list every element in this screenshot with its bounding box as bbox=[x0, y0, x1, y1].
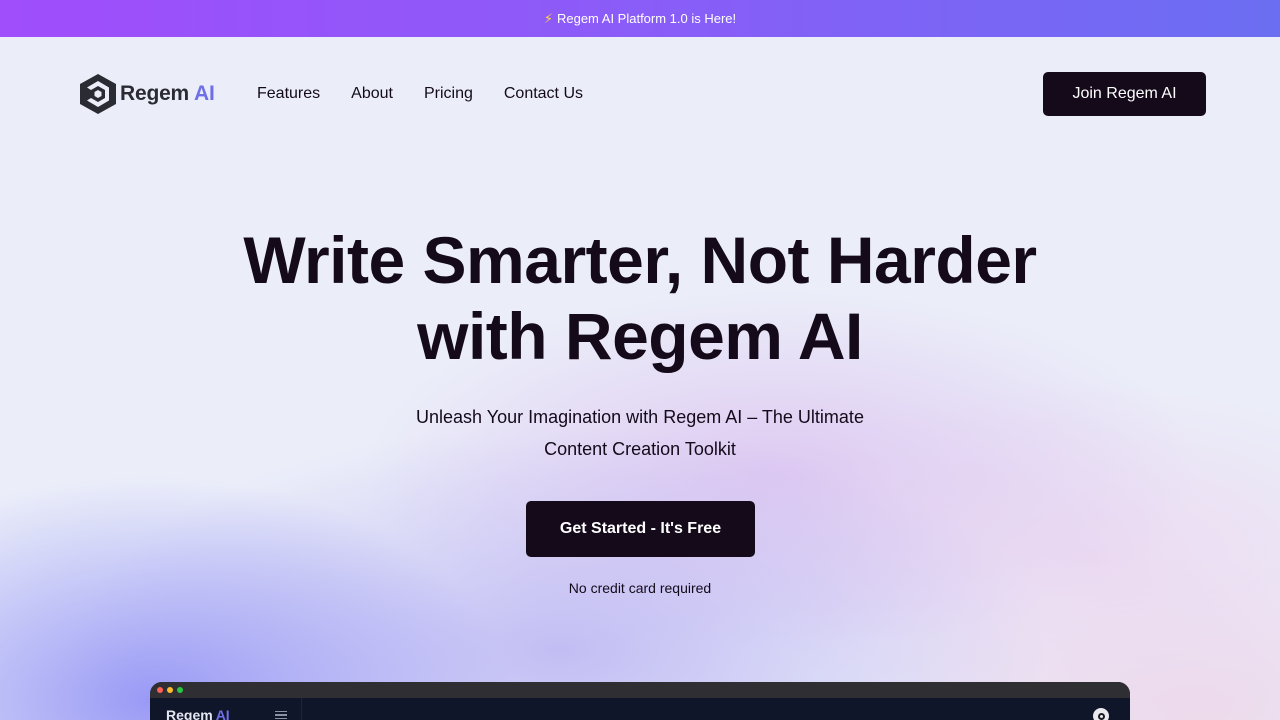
hero-section: Write Smarter, Not Harder with Regem AI … bbox=[0, 222, 1280, 465]
preview-body: Regem AI bbox=[150, 698, 1130, 720]
top-navigation: Regem AI Features About Pricing Contact U… bbox=[0, 37, 1280, 151]
preview-logo-name: Regem bbox=[166, 707, 213, 720]
hero-title: Write Smarter, Not Harder with Regem AI bbox=[0, 222, 1280, 374]
hero-subtitle: Unleash Your Imagination with Regem AI –… bbox=[416, 407, 864, 459]
minimize-dot-icon bbox=[167, 687, 173, 693]
nav-link-about[interactable]: About bbox=[351, 85, 393, 103]
preview-logo-suffix: AI bbox=[215, 707, 230, 720]
lightning-icon: ⚡ bbox=[543, 10, 553, 26]
hero-title-line-2: with Regem AI bbox=[417, 299, 863, 373]
logo-name: Regem bbox=[120, 82, 190, 105]
join-button[interactable]: Join Regem AI bbox=[1043, 72, 1206, 116]
close-dot-icon bbox=[157, 687, 163, 693]
logo[interactable]: Regem AI bbox=[78, 72, 215, 116]
hero-title-line-1: Write Smarter, Not Harder bbox=[243, 223, 1037, 297]
app-preview-window: Regem AI bbox=[150, 682, 1130, 720]
nav-link-pricing[interactable]: Pricing bbox=[424, 85, 473, 103]
preview-sidebar: Regem AI bbox=[150, 698, 302, 720]
hexagon-logo-icon bbox=[80, 74, 116, 114]
logo-text: Regem AI bbox=[120, 82, 215, 106]
window-titlebar bbox=[150, 682, 1130, 698]
preview-logo: Regem AI bbox=[166, 707, 230, 720]
announcement-text: Regem AI Platform 1.0 is Here! bbox=[556, 11, 737, 26]
nav-links: Features About Pricing Contact Us bbox=[257, 85, 614, 103]
announcement-banner[interactable]: ⚡ Regem AI Platform 1.0 is Here! bbox=[0, 0, 1280, 37]
nav-link-features[interactable]: Features bbox=[257, 85, 320, 103]
logo-suffix: AI bbox=[194, 82, 215, 105]
get-started-button[interactable]: Get Started - It's Free bbox=[526, 501, 755, 557]
no-credit-card-note: No credit card required bbox=[568, 580, 712, 596]
nav-link-contact[interactable]: Contact Us bbox=[504, 85, 583, 103]
preview-avatar-icon bbox=[1093, 708, 1109, 720]
maximize-dot-icon bbox=[177, 687, 183, 693]
menu-icon bbox=[275, 711, 287, 719]
